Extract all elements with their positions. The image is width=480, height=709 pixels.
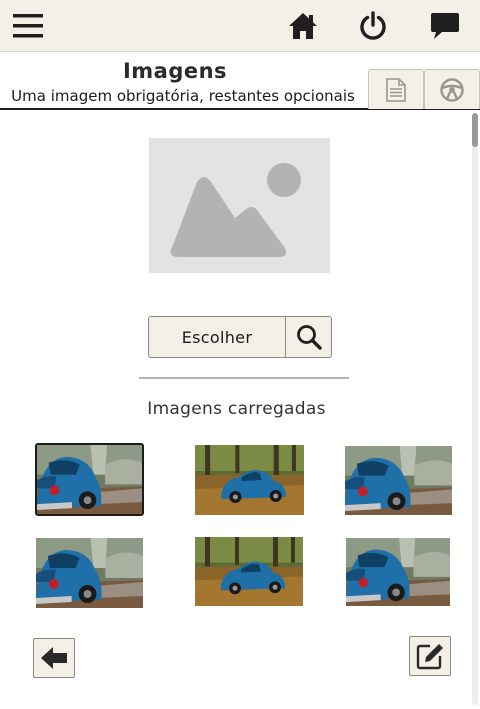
thumbnail-image[interactable] (195, 537, 303, 606)
menu-button[interactable] (0, 0, 56, 52)
choose-button[interactable]: Escolher (149, 317, 285, 357)
search-button[interactable] (285, 317, 331, 357)
chat-button[interactable] (422, 0, 468, 52)
arrow-left-icon (41, 647, 67, 669)
thumbnail-image[interactable] (346, 538, 450, 606)
power-button[interactable] (350, 0, 396, 52)
home-button[interactable] (280, 0, 326, 52)
image-preview (149, 138, 330, 273)
top-toolbar (0, 0, 480, 52)
thumbnail-image[interactable] (195, 445, 304, 515)
tab-document[interactable] (368, 69, 424, 109)
document-icon (386, 77, 406, 102)
scrollbar[interactable] (472, 113, 478, 705)
section-divider (139, 377, 349, 379)
page-title: Imagens (122, 59, 228, 83)
scrollbar-thumb[interactable] (472, 113, 478, 147)
chat-icon (431, 13, 459, 39)
menu-icon (13, 14, 43, 38)
image-placeholder-icon (170, 163, 301, 257)
edit-button[interactable] (409, 636, 451, 676)
power-icon (360, 11, 386, 40)
back-button[interactable] (33, 638, 75, 678)
thumbnail-image[interactable] (345, 446, 452, 515)
thumbnail-image[interactable] (35, 443, 144, 516)
steering-wheel-icon (440, 77, 464, 102)
home-icon (289, 13, 317, 39)
content-area: Escolher Imagens carregadas (0, 111, 480, 709)
tab-steering-wheel[interactable] (424, 69, 480, 109)
thumbnail-image[interactable] (36, 538, 143, 608)
page-subtitle: Uma imagem obrigatória, restantes opcion… (11, 87, 355, 105)
page-header: Imagens Uma imagem obrigatória, restante… (0, 53, 480, 110)
search-icon (296, 325, 322, 350)
uploaded-images-label: Imagens carregadas (147, 399, 326, 419)
edit-icon (416, 644, 443, 670)
file-chooser: Escolher (148, 316, 332, 358)
